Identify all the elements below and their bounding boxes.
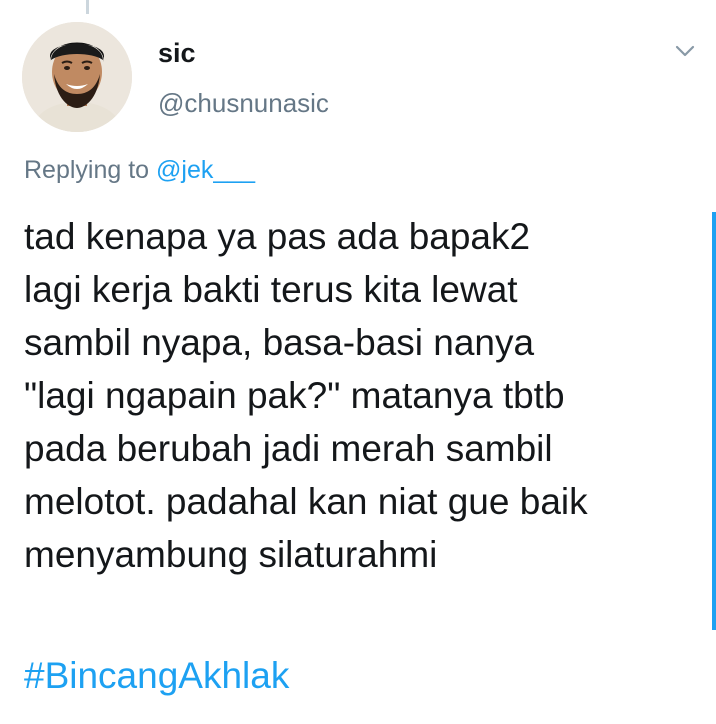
thread-connector-line <box>86 0 89 14</box>
author-display-name[interactable]: sic <box>158 38 196 69</box>
scrollbar[interactable] <box>712 212 716 630</box>
avatar[interactable] <box>22 22 132 132</box>
tweet-body-text: tad kenapa ya pas ada bapak2 lagi kerja … <box>24 216 588 575</box>
replying-to-mention-link[interactable]: @jek___ <box>156 156 255 184</box>
replying-to-label: Replying to <box>24 156 157 184</box>
avatar-image <box>22 22 132 132</box>
tweet-menu-button[interactable] <box>672 40 698 62</box>
hashtag-link[interactable]: #BincangAkhlak <box>24 655 289 697</box>
chevron-down-icon <box>675 45 695 57</box>
author-handle[interactable]: @chusnunasic <box>158 88 329 119</box>
replying-to-line: Replying to @jek___ <box>24 156 255 185</box>
